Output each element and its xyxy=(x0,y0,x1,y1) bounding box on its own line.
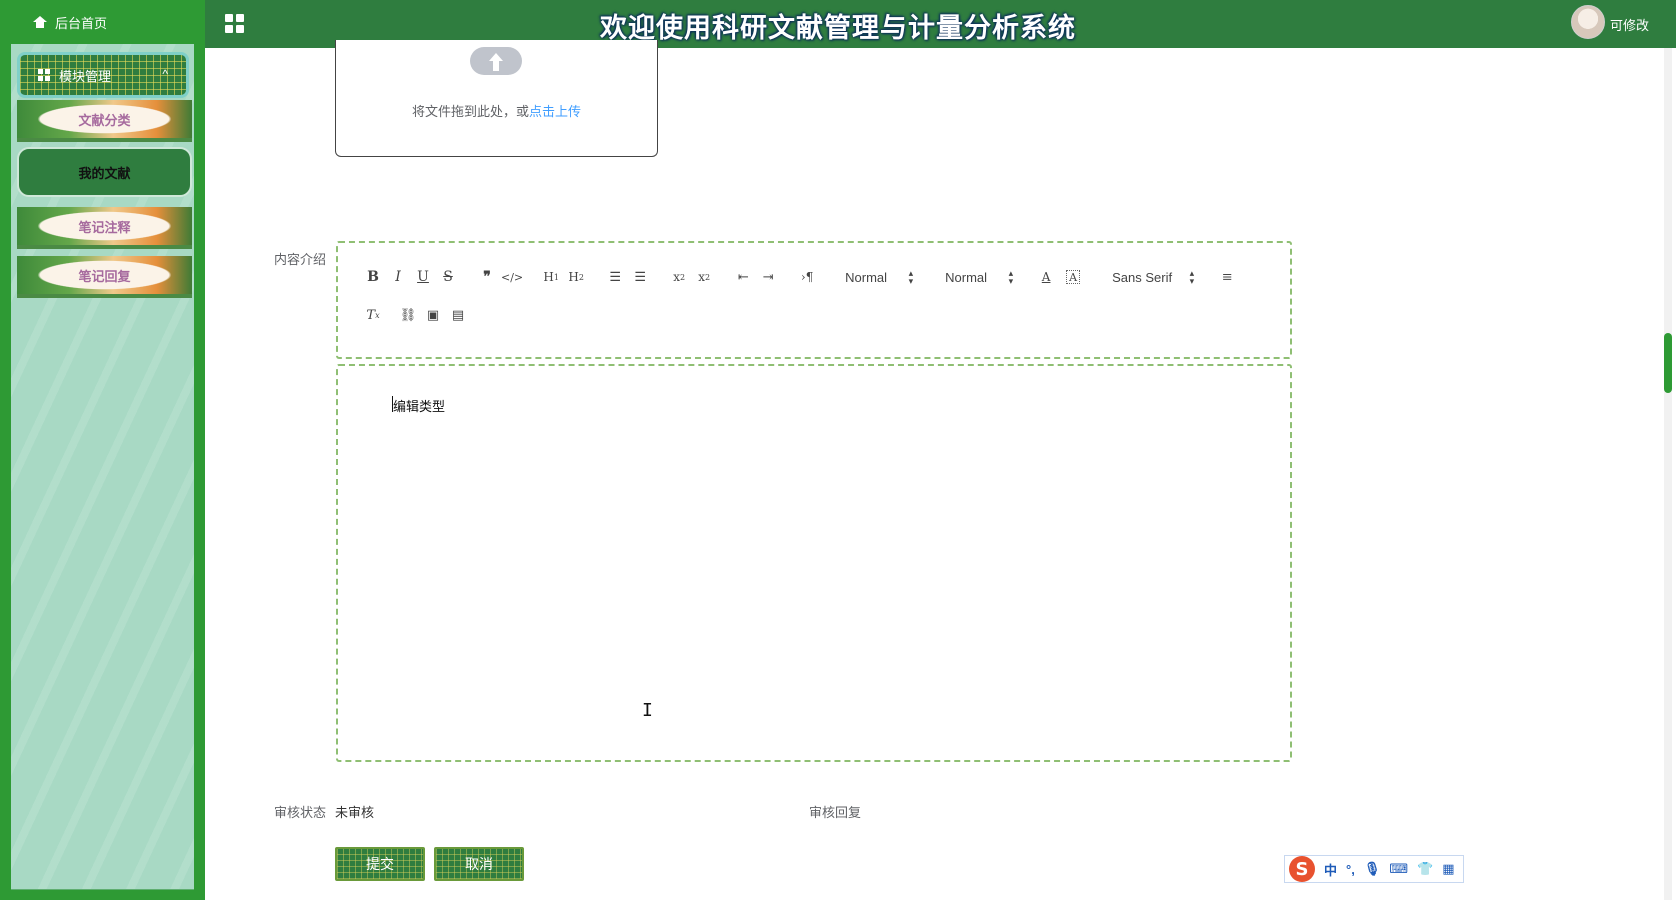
sidebar-item-my-literature[interactable]: 我的文献 xyxy=(17,147,192,197)
module-management-label: 模块管理 xyxy=(59,68,112,84)
font-select[interactable]: Sans Serif ▴ ▾ xyxy=(1102,267,1198,287)
text-direction-icon[interactable]: ›¶ xyxy=(796,267,818,287)
select-arrows-icon: ▴ ▾ xyxy=(1189,268,1195,286)
upload-cloud-icon xyxy=(470,47,522,75)
header-select[interactable]: Normal ▴ ▾ xyxy=(935,267,1017,287)
review-reply-label: 审核回复 xyxy=(809,805,862,820)
ime-chinese-mode[interactable]: 中 xyxy=(1324,860,1337,879)
sidebar-item-literature-category[interactable]: 文献分类 xyxy=(17,100,192,142)
skin-shirt-icon[interactable]: 👕 xyxy=(1417,861,1433,877)
ime-toolbar[interactable]: S 中 °, 🎙 ⌨ 👕 ▦ xyxy=(1284,855,1464,883)
align-icon[interactable]: ≡ xyxy=(1216,267,1238,287)
size-select[interactable]: Normal ▴ ▾ xyxy=(835,267,917,287)
microphone-icon[interactable]: 🎙 xyxy=(1364,861,1381,877)
header1-button[interactable]: H1 xyxy=(540,267,562,287)
subscript-button[interactable]: x2 xyxy=(668,267,690,287)
sidebar: 后台首页 模块管理 ^ 文献分类 我的文献 笔记注释 笔记回复 xyxy=(11,0,194,890)
review-status-value: 未审核 xyxy=(335,805,375,820)
image-icon[interactable]: ▣ xyxy=(422,305,444,325)
sidebar-item-label: 笔记回复 xyxy=(78,268,131,284)
toolbar-row-2: Tx ⛓ ▣ ▤ xyxy=(362,305,472,325)
sidebar-item-label: 笔记注释 xyxy=(78,219,131,235)
editor-toolbar: B I U S ❞ </> H1 H2 ☰ ☰ x2 x2 ⇤ ⇥ ›¶ Nor… xyxy=(336,241,1292,359)
editor-content[interactable]: 编辑类型 xyxy=(391,396,445,415)
outdent-icon[interactable]: ⇤ xyxy=(732,267,754,287)
scrollbar-thumb[interactable] xyxy=(1664,333,1672,393)
select-arrows-icon: ▴ ▾ xyxy=(1008,268,1014,286)
font-select-value: Sans Serif xyxy=(1112,269,1173,285)
video-icon[interactable]: ▤ xyxy=(447,305,469,325)
system-title: 欢迎使用科研文献管理与计量分析系统 xyxy=(600,13,1076,43)
module-management-menu[interactable]: 模块管理 ^ xyxy=(17,52,189,98)
user-avatar[interactable] xyxy=(1571,5,1605,39)
link-icon[interactable]: ⛓ xyxy=(397,305,419,325)
select-arrows-icon: ▴ ▾ xyxy=(908,268,914,286)
top-header: 欢迎使用科研文献管理与计量分析系统 可修改 xyxy=(0,0,1676,48)
font-color-icon[interactable]: A xyxy=(1035,267,1057,287)
bold-button[interactable]: B xyxy=(362,267,384,287)
toolbar-row-1: B I U S ❞ </> H1 H2 ☰ ☰ x2 x2 ⇤ ⇥ ›¶ Nor… xyxy=(362,267,1241,287)
clear-format-icon[interactable]: Tx xyxy=(362,305,384,325)
content-intro-label: 内容介绍 xyxy=(274,252,327,267)
file-upload-dropzone[interactable]: 将文件拖到此处，或点击上传 xyxy=(335,40,658,157)
size-select-value: Normal xyxy=(845,269,888,285)
chevron-up-icon: ^ xyxy=(162,67,168,81)
blockquote-icon[interactable]: ❞ xyxy=(476,267,498,287)
review-status-label: 审核状态 xyxy=(274,805,327,820)
click-upload-link[interactable]: 点击上传 xyxy=(529,104,581,119)
upload-hint-text: 将文件拖到此处，或 xyxy=(411,104,529,119)
underline-button[interactable]: U xyxy=(412,267,434,287)
strike-button[interactable]: S xyxy=(437,267,459,287)
sidebar-item-note-replies[interactable]: 笔记回复 xyxy=(17,256,192,298)
upload-hint: 将文件拖到此处，或点击上传 xyxy=(336,101,657,120)
code-block-icon[interactable]: </> xyxy=(501,267,523,287)
indent-icon[interactable]: ⇥ xyxy=(757,267,779,287)
sidebar-item-label: 我的文献 xyxy=(78,165,131,181)
text-cursor-icon: I xyxy=(642,700,653,721)
header-select-value: Normal xyxy=(945,269,988,285)
toolbox-grid-icon[interactable]: ▦ xyxy=(1442,861,1454,877)
sidebar-item-notes[interactable]: 笔记注释 xyxy=(17,207,192,249)
cancel-button[interactable]: 取消 xyxy=(434,847,524,881)
home-icon xyxy=(33,16,47,28)
header2-button[interactable]: H2 xyxy=(565,267,587,287)
sogou-logo-icon[interactable]: S xyxy=(1289,856,1315,882)
vertical-scrollbar[interactable] xyxy=(1664,48,1672,900)
ime-punctuation[interactable]: °, xyxy=(1346,862,1355,877)
keyboard-icon[interactable]: ⌨ xyxy=(1389,861,1408,877)
sidebar-home[interactable]: 后台首页 xyxy=(11,0,194,44)
italic-button[interactable]: I xyxy=(387,267,409,287)
sidebar-item-label: 文献分类 xyxy=(78,112,131,128)
module-grid-icon xyxy=(38,68,51,82)
submit-button[interactable]: 提交 xyxy=(335,847,425,881)
bullet-list-icon[interactable]: ☰ xyxy=(629,267,651,287)
superscript-button[interactable]: x2 xyxy=(693,267,715,287)
user-name[interactable]: 可修改 xyxy=(1610,15,1649,34)
rich-text-editor[interactable]: 编辑类型 I xyxy=(336,364,1292,762)
sidebar-home-label: 后台首页 xyxy=(55,15,108,31)
ordered-list-icon[interactable]: ☰ xyxy=(604,267,626,287)
background-color-icon[interactable]: A xyxy=(1066,270,1081,284)
